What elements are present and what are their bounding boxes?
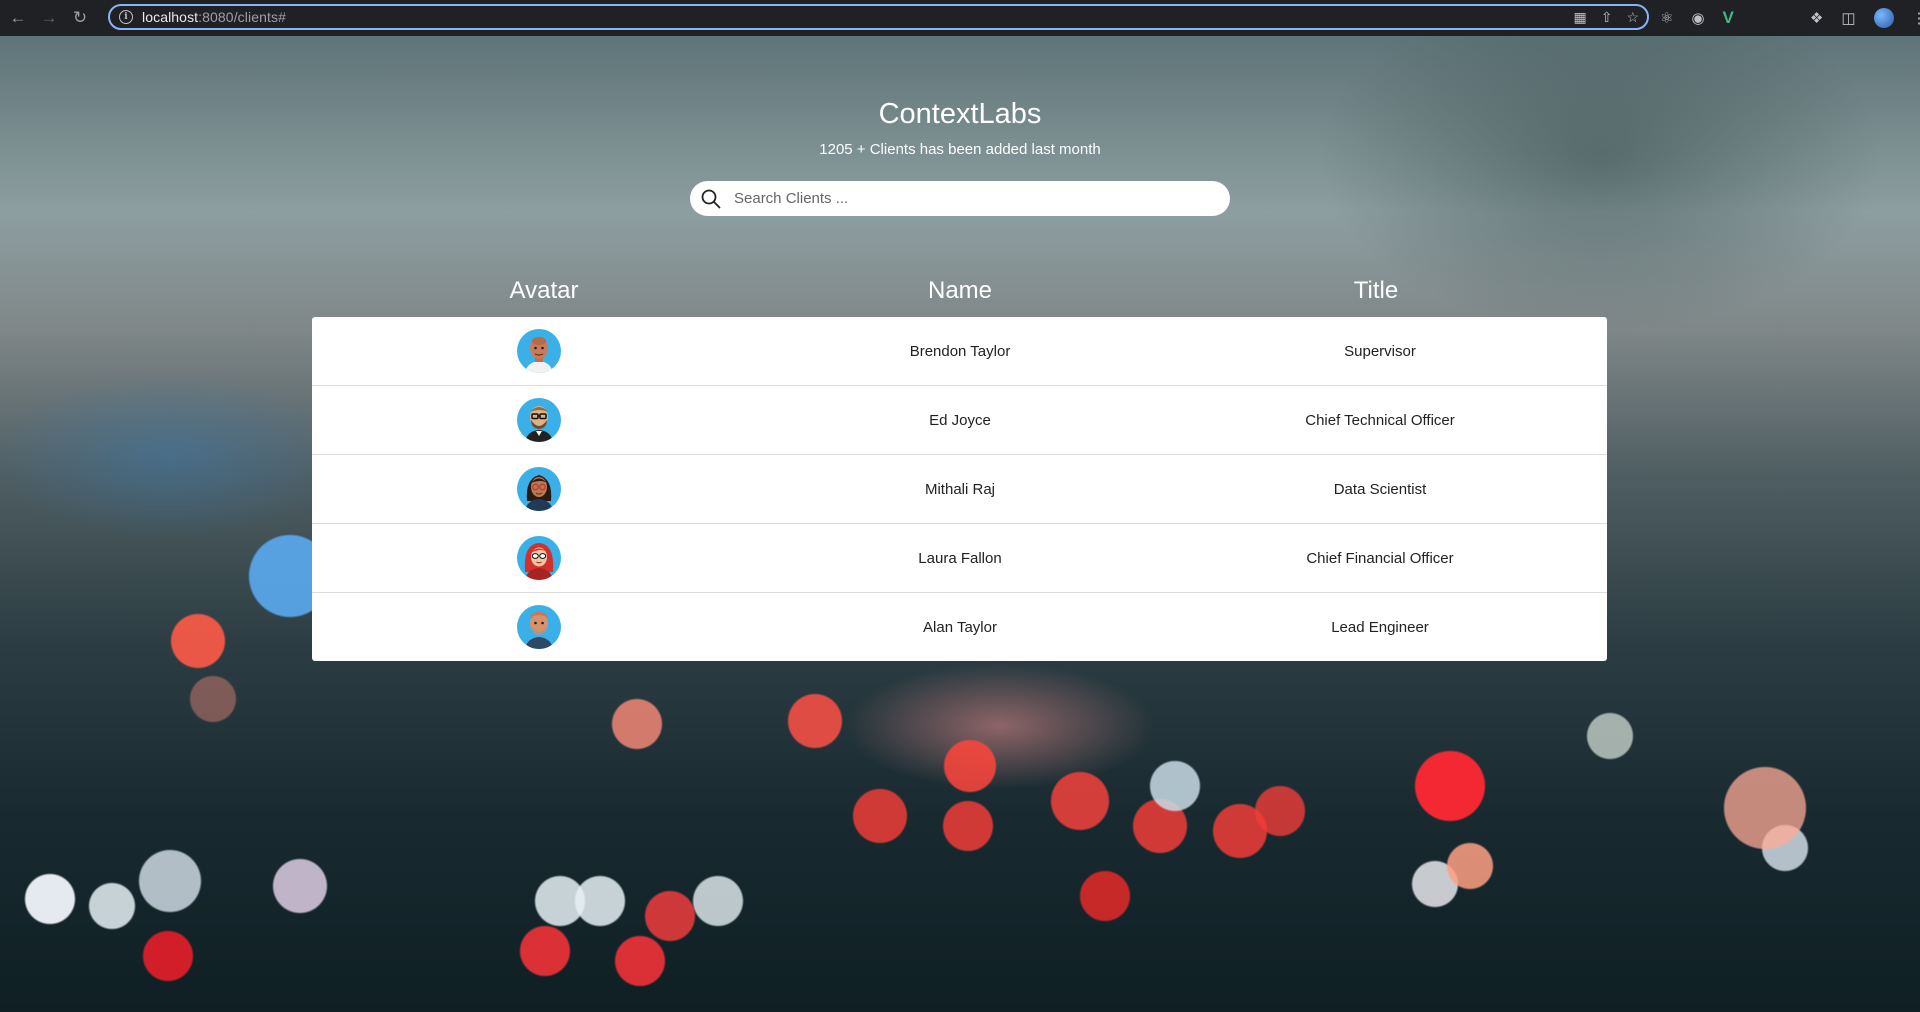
column-header-avatar: Avatar xyxy=(509,277,579,304)
avatar-cell xyxy=(517,317,561,385)
extensions-puzzle-icon[interactable]: ❖ xyxy=(1810,9,1823,27)
forward-arrow-icon[interactable]: → xyxy=(36,5,62,31)
extension-globe-icon[interactable]: ◉ xyxy=(1691,9,1704,27)
table-row[interactable]: Laura Fallon Chief Financial Officer xyxy=(312,524,1607,593)
client-title: Chief Technical Officer xyxy=(1305,411,1455,429)
address-bar-actions: ▦ ⇧ ☆ xyxy=(1573,6,1639,28)
client-title: Data Scientist xyxy=(1333,480,1427,498)
avatar-cell xyxy=(517,524,561,592)
page-header: ContextLabs 1205 + Clients has been adde… xyxy=(0,98,1920,159)
reload-icon[interactable]: ↻ xyxy=(67,5,93,31)
client-name: Mithali Raj xyxy=(924,480,996,498)
avatar[interactable] xyxy=(517,329,561,373)
browser-menu-icon[interactable]: ⋮ xyxy=(1912,9,1920,27)
browser-toolbar: ← → ↻ i localhost:8080/clients# ▦ ⇧ ☆ ⚛ … xyxy=(0,0,1920,36)
back-arrow-icon[interactable]: ← xyxy=(5,5,31,31)
search-bar[interactable] xyxy=(690,181,1230,216)
client-name: Brendon Taylor xyxy=(909,342,1011,360)
page-subtitle: 1205 + Clients has been added last month xyxy=(819,141,1101,158)
site-info-icon[interactable]: i xyxy=(119,10,133,24)
woman-glasses-avatar-icon xyxy=(525,475,553,511)
client-name: Ed Joyce xyxy=(929,411,991,429)
table-row[interactable]: Brendon Taylor Supervisor xyxy=(312,317,1607,386)
react-devtools-icon[interactable]: ⚛ xyxy=(1660,9,1673,27)
clients-table: Brendon Taylor Supervisor Ed Joyce Chief… xyxy=(312,317,1607,661)
clients-page: ContextLabs 1205 + Clients has been adde… xyxy=(0,36,1920,1012)
column-header-title: Title xyxy=(1353,277,1399,304)
search-input[interactable] xyxy=(732,189,1216,208)
table-row[interactable]: Mithali Raj Data Scientist xyxy=(312,455,1607,524)
avatar[interactable] xyxy=(517,605,561,649)
table-row[interactable]: Alan Taylor Lead Engineer xyxy=(312,593,1607,661)
side-panel-icon[interactable]: ◫ xyxy=(1841,9,1855,27)
bald-bearded-man-avatar-icon xyxy=(525,612,553,649)
bookmark-star-icon[interactable]: ☆ xyxy=(1626,9,1639,26)
column-header-name: Name xyxy=(927,277,993,304)
search-icon xyxy=(701,189,721,208)
share-icon[interactable]: ⇧ xyxy=(1601,9,1613,26)
translate-icon[interactable]: ▦ xyxy=(1573,9,1586,26)
url-path: :8080/clients# xyxy=(198,9,286,25)
avatar-cell xyxy=(517,386,561,454)
avatar-cell xyxy=(517,593,561,661)
avatar[interactable] xyxy=(517,536,561,580)
profile-avatar-icon[interactable] xyxy=(1873,8,1894,28)
avatar-cell xyxy=(517,455,561,523)
extensions-area: ⚛ ◉ V ❖ ◫ ⋮ xyxy=(1660,0,1920,36)
browser-window: ← → ↻ i localhost:8080/clients# ▦ ⇧ ☆ ⚛ … xyxy=(0,0,1920,1012)
bald-man-avatar-icon xyxy=(525,337,553,373)
client-title: Supervisor xyxy=(1344,342,1416,360)
avatar[interactable] xyxy=(517,467,561,511)
url-text[interactable]: localhost:8080/clients# xyxy=(142,9,286,25)
client-title: Chief Financial Officer xyxy=(1306,549,1454,567)
red-hair-woman-avatar-icon xyxy=(524,543,554,580)
client-name: Alan Taylor xyxy=(923,618,997,636)
table-row[interactable]: Ed Joyce Chief Technical Officer xyxy=(312,386,1607,455)
client-name: Laura Fallon xyxy=(918,549,1002,567)
glasses-bearded-man-avatar-icon xyxy=(525,406,553,442)
table-header: Avatar Name Title xyxy=(312,277,1607,307)
avatar[interactable] xyxy=(517,398,561,442)
client-title: Lead Engineer xyxy=(1331,618,1429,636)
address-bar[interactable]: i localhost:8080/clients# ▦ ⇧ ☆ xyxy=(108,4,1649,30)
url-host: localhost xyxy=(142,9,199,25)
page-title: ContextLabs xyxy=(878,98,1042,130)
vue-devtools-icon[interactable]: V xyxy=(1723,8,1734,28)
